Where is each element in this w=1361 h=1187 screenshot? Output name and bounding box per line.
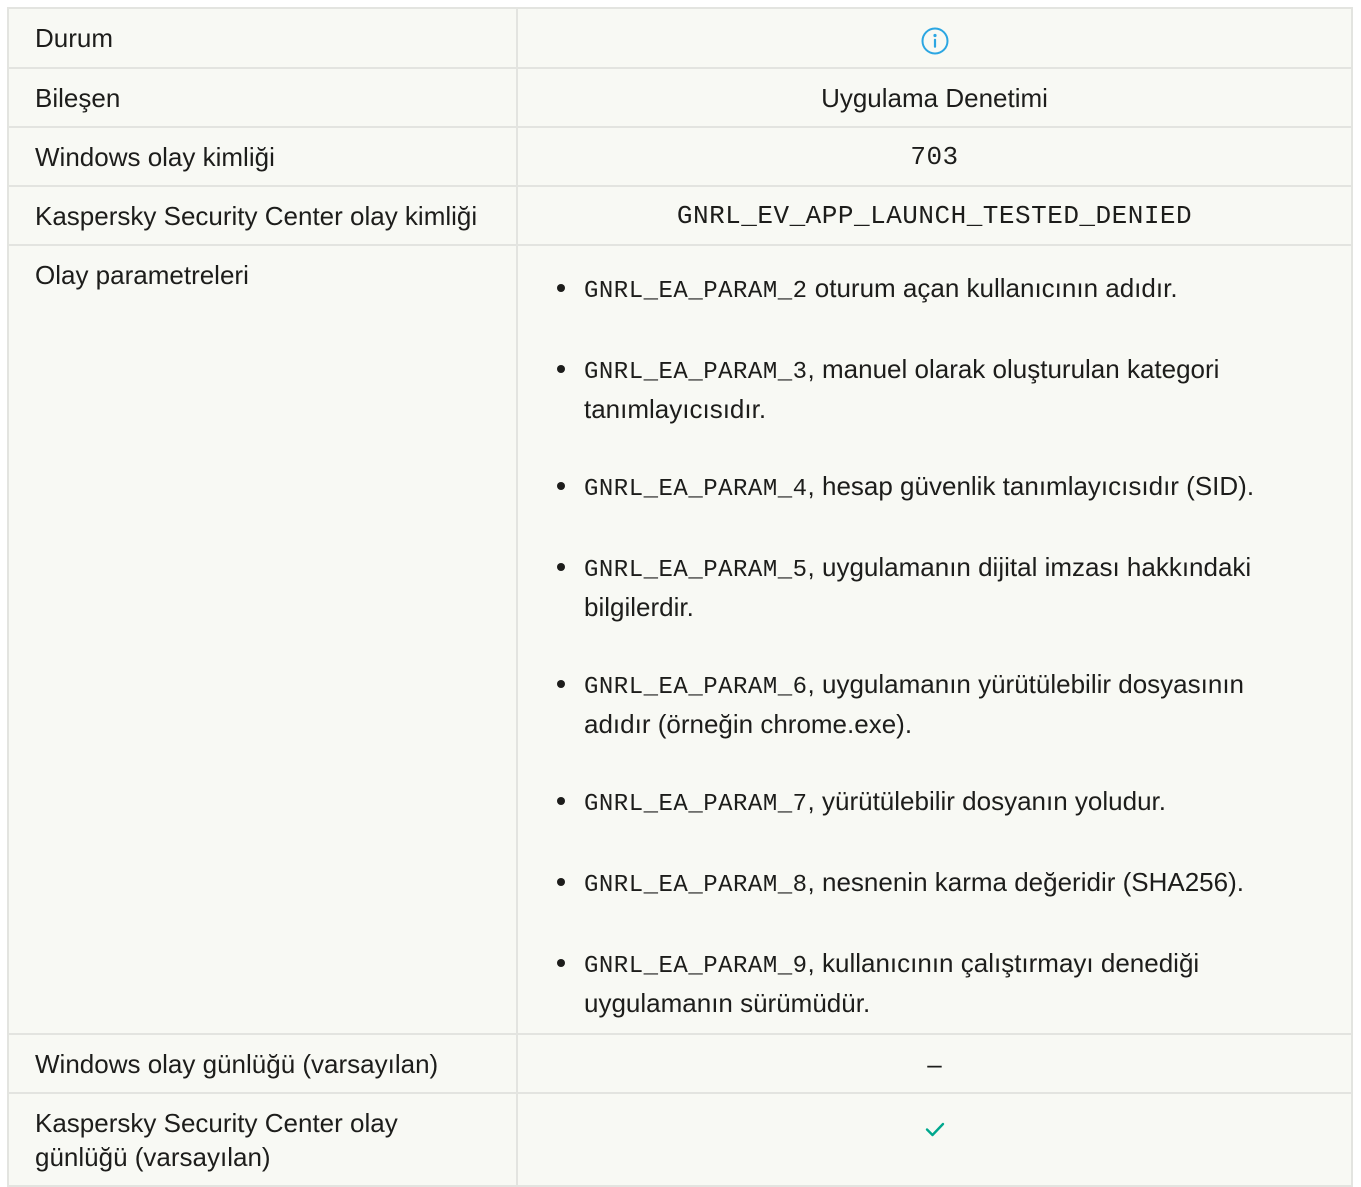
table-row-ksc-event-id: Kaspersky Security Center olay kimliği G… [7, 184, 1353, 246]
list-item: GNRL_EA_PARAM_2 oturum açan kullanıcının… [554, 270, 1291, 310]
row-value: 703 [516, 125, 1353, 187]
bullet-icon [557, 958, 565, 967]
table-row-component: Bileşen Uygulama Denetimi [7, 66, 1353, 128]
row-label: Kaspersky Security Center olay günlüğü (… [7, 1091, 518, 1187]
param-code: GNRL_EA_PARAM_7 [584, 790, 808, 818]
row-value: – [516, 1032, 1353, 1094]
param-code: GNRL_EA_PARAM_8 [584, 871, 808, 899]
list-item: GNRL_EA_PARAM_8, nesnenin karma değeridi… [554, 864, 1291, 904]
list-item: GNRL_EA_PARAM_4, hesap güvenlik tanımlay… [554, 468, 1291, 508]
bullet-icon [557, 283, 565, 292]
bullet-icon [557, 796, 565, 805]
param-code: GNRL_EA_PARAM_5 [584, 556, 808, 584]
param-text: , hesap güvenlik tanımlayıcısıdır (SID). [807, 470, 1255, 501]
table-row-status: Durum [7, 7, 1353, 69]
param-list: GNRL_EA_PARAM_2 oturum açan kullanıcının… [554, 270, 1291, 1021]
row-label: Olay parametreleri [7, 243, 518, 1035]
bullet-icon [557, 877, 565, 886]
list-item: GNRL_EA_PARAM_5, uygulamanın dijital imz… [554, 549, 1291, 625]
row-label: Windows olay günlüğü (varsayılan) [7, 1032, 518, 1094]
list-item: GNRL_EA_PARAM_9, kullanıcının çalıştırma… [554, 945, 1291, 1021]
check-icon [923, 1115, 947, 1139]
row-value [516, 7, 1353, 69]
info-icon [920, 26, 950, 56]
param-code: GNRL_EA_PARAM_9 [584, 952, 808, 980]
table-row-windows-log: Windows olay günlüğü (varsayılan) – [7, 1032, 1353, 1094]
param-code: GNRL_EA_PARAM_4 [584, 475, 808, 503]
row-label: Kaspersky Security Center olay kimliği [7, 184, 518, 246]
bullet-icon [557, 364, 565, 373]
table-row-event-params: Olay parametreleri GNRL_EA_PARAM_2 oturu… [7, 243, 1353, 1035]
bullet-icon [557, 679, 565, 688]
row-label: Bileşen [7, 66, 518, 128]
param-code: GNRL_EA_PARAM_6 [584, 673, 808, 701]
event-details-table: Durum Bileşen Uygulama Denetimi Windows … [7, 7, 1353, 1187]
row-label: Durum [7, 7, 518, 69]
row-value: Uygulama Denetimi [516, 66, 1353, 128]
bullet-icon [557, 481, 565, 490]
bullet-icon [557, 562, 565, 571]
table-row-windows-event-id: Windows olay kimliği 703 [7, 125, 1353, 187]
table-row-ksc-log: Kaspersky Security Center olay günlüğü (… [7, 1091, 1353, 1187]
param-text: oturum açan kullanıcının adıdır. [807, 272, 1178, 303]
param-text: , yürütülebilir dosyanın yoludur. [807, 785, 1166, 816]
param-text: , nesnenin karma değeridir (SHA256). [807, 866, 1244, 897]
row-value [516, 1091, 1353, 1187]
list-item: GNRL_EA_PARAM_3, manuel olarak oluşturul… [554, 351, 1291, 427]
row-value: GNRL_EA_PARAM_2 oturum açan kullanıcının… [516, 243, 1353, 1035]
row-label: Windows olay kimliği [7, 125, 518, 187]
row-value: GNRL_EV_APP_LAUNCH_TESTED_DENIED [516, 184, 1353, 246]
list-item: GNRL_EA_PARAM_7, yürütülebilir dosyanın … [554, 783, 1291, 823]
param-code: GNRL_EA_PARAM_3 [584, 358, 808, 386]
list-item: GNRL_EA_PARAM_6, uygulamanın yürütülebil… [554, 666, 1291, 742]
param-code: GNRL_EA_PARAM_2 [584, 277, 808, 305]
